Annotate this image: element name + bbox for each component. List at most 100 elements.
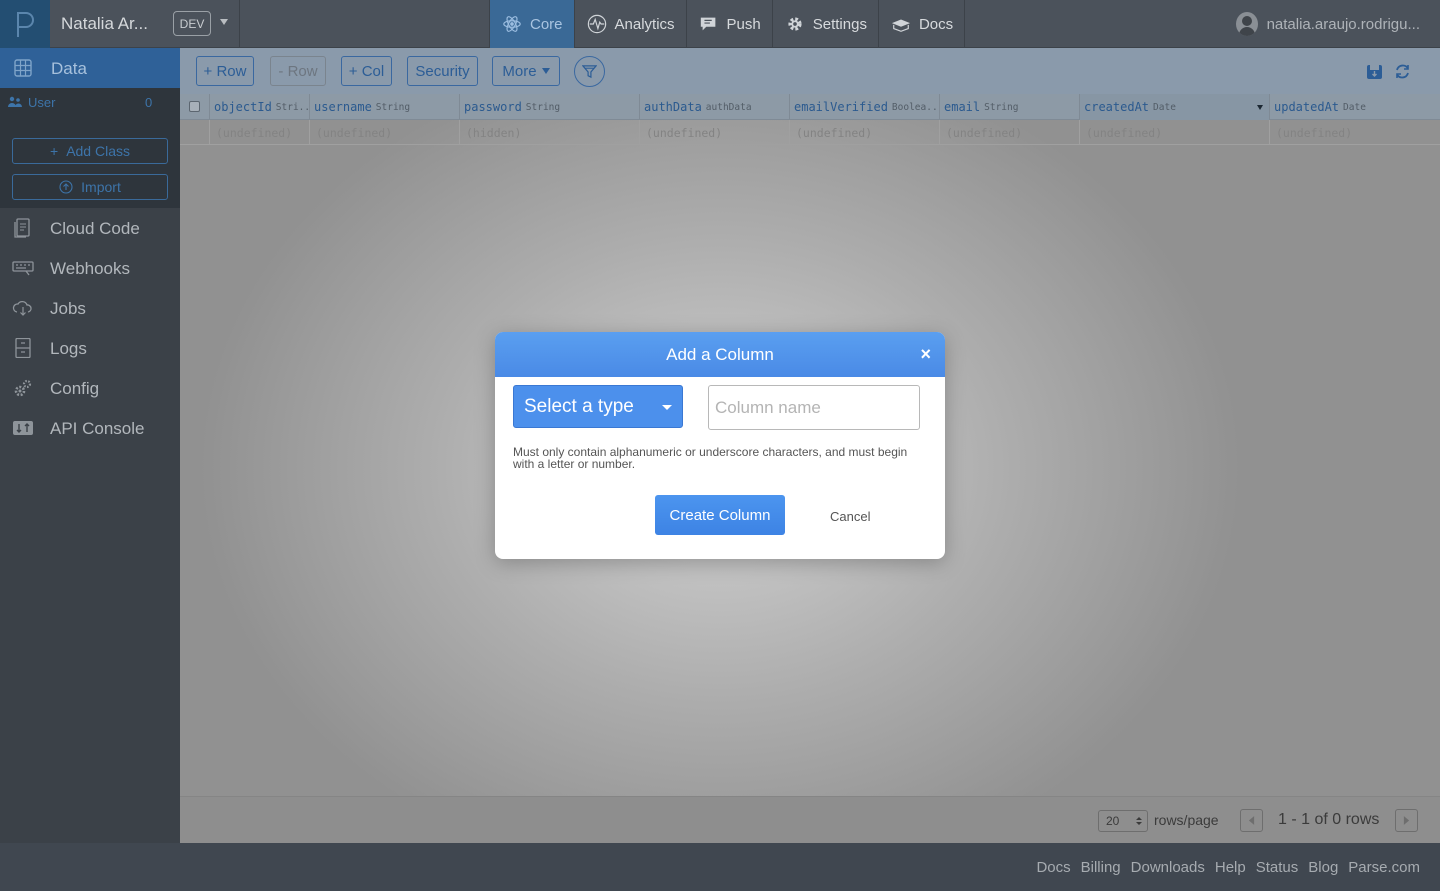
cancel-button[interactable]: Cancel bbox=[830, 509, 870, 524]
footer-link-billing[interactable]: Billing bbox=[1081, 859, 1121, 876]
footer-link-downloads[interactable]: Downloads bbox=[1131, 859, 1205, 876]
nav-tab-push[interactable]: Push bbox=[687, 0, 773, 48]
rows-per-page-select[interactable]: 20 bbox=[1098, 810, 1148, 832]
sidebar-item-cloud-code[interactable]: Cloud Code bbox=[0, 208, 180, 248]
nav-tab-core[interactable]: Core bbox=[489, 0, 575, 48]
table-cell[interactable]: (undefined) bbox=[310, 120, 460, 145]
sidebar: Data User 0 + Add Class Import Cloud Cod… bbox=[0, 48, 180, 843]
column-header[interactable]: createdAt Date bbox=[1080, 94, 1270, 120]
footer-link-blog[interactable]: Blog bbox=[1308, 859, 1338, 876]
nav-tab-analytics[interactable]: Analytics bbox=[575, 0, 687, 48]
updown-arrows-icon bbox=[1136, 817, 1142, 825]
column-header[interactable]: username String bbox=[310, 94, 460, 120]
sidebar-item-jobs[interactable]: Jobs bbox=[0, 288, 180, 328]
add-column-button[interactable]: + Col bbox=[341, 56, 392, 86]
dialog-header: Add a Column × bbox=[495, 332, 945, 377]
class-count: 0 bbox=[145, 95, 153, 110]
footer-link-parse[interactable]: Parse.com bbox=[1348, 859, 1420, 876]
plus-icon: + bbox=[50, 143, 59, 159]
more-button[interactable]: More bbox=[492, 56, 560, 86]
column-type: String bbox=[375, 101, 411, 113]
sidebar-item-webhooks[interactable]: Webhooks bbox=[0, 248, 180, 288]
security-button[interactable]: Security bbox=[407, 56, 478, 86]
column-type: Stri... bbox=[275, 101, 310, 113]
nav-tab-docs[interactable]: Docs bbox=[879, 0, 966, 48]
file-code-icon bbox=[14, 218, 30, 238]
filter-button[interactable] bbox=[574, 56, 605, 87]
nav-tab-core-label: Core bbox=[530, 15, 563, 33]
nav-tab-docs-label: Docs bbox=[918, 15, 954, 33]
gear-icon bbox=[788, 17, 802, 31]
table-cell[interactable]: (undefined) bbox=[1270, 120, 1440, 145]
parse-logo[interactable] bbox=[0, 0, 50, 48]
create-column-button[interactable]: Create Column bbox=[655, 495, 785, 535]
chat-bubble-icon bbox=[700, 17, 715, 31]
column-header[interactable]: objectId Stri... bbox=[210, 94, 310, 120]
sidebar-item-logs[interactable]: Logs bbox=[0, 328, 180, 368]
sidebar-item-label: Webhooks bbox=[50, 259, 131, 278]
app-name[interactable]: Natalia Ar... bbox=[61, 14, 148, 34]
upload-circle-icon bbox=[59, 180, 73, 194]
column-header[interactable]: email String bbox=[940, 94, 1080, 120]
console-icon bbox=[13, 421, 33, 435]
next-page-button[interactable] bbox=[1395, 809, 1418, 832]
column-header[interactable]: emailVerified Boolea... bbox=[790, 94, 940, 120]
env-badge[interactable]: DEV bbox=[173, 11, 211, 36]
table-cell[interactable]: (undefined) bbox=[210, 120, 310, 145]
sidebar-item-label: API Console bbox=[50, 419, 145, 438]
dialog-title: Add a Column bbox=[666, 344, 774, 364]
add-class-button[interactable]: + Add Class bbox=[12, 138, 168, 164]
column-name: objectId bbox=[214, 100, 272, 114]
column-type: Date bbox=[1343, 101, 1366, 113]
column-type: String bbox=[525, 101, 561, 113]
table-cell[interactable]: (undefined) bbox=[940, 120, 1080, 145]
user-menu[interactable]: natalia.araujo.rodrigu... bbox=[1235, 12, 1420, 36]
close-icon[interactable]: × bbox=[920, 344, 931, 364]
column-name: email bbox=[944, 100, 981, 114]
page-range: 1 - 1 of 0 rows bbox=[1278, 811, 1380, 828]
column-type-select-label: Select a type bbox=[524, 395, 634, 417]
class-item-user[interactable]: User 0 bbox=[0, 93, 180, 113]
remove-row-button[interactable]: - Row bbox=[270, 56, 326, 86]
footer-link-status[interactable]: Status bbox=[1256, 859, 1299, 876]
rows-per-page-value: 20 bbox=[1106, 814, 1120, 828]
app-switcher-caret-icon[interactable] bbox=[220, 19, 228, 25]
table-cell[interactable]: (undefined) bbox=[1080, 120, 1270, 145]
grid-icon bbox=[14, 59, 32, 77]
column-name-input[interactable] bbox=[708, 385, 920, 430]
export-icon[interactable] bbox=[1366, 63, 1383, 80]
column-type: Date bbox=[1153, 101, 1176, 113]
chevron-down-icon bbox=[662, 405, 672, 410]
row-select-cell[interactable] bbox=[180, 120, 210, 145]
refresh-icon[interactable] bbox=[1394, 63, 1411, 80]
footer-link-help[interactable]: Help bbox=[1215, 859, 1246, 876]
filter-icon bbox=[582, 65, 597, 79]
footer-link-docs[interactable]: Docs bbox=[1036, 859, 1070, 876]
add-row-button[interactable]: + Row bbox=[196, 56, 254, 86]
table-cell[interactable]: (undefined) bbox=[640, 120, 790, 145]
top-navbar: Natalia Ar... DEV Core Analytics Push Se… bbox=[0, 0, 1440, 48]
column-type-select[interactable]: Select a type bbox=[513, 385, 683, 428]
prev-page-button[interactable] bbox=[1240, 809, 1263, 832]
table-cell[interactable]: (hidden) bbox=[460, 120, 640, 145]
sidebar-item-api-console[interactable]: API Console bbox=[0, 408, 180, 448]
column-name: createdAt bbox=[1084, 100, 1150, 114]
cabinet-icon bbox=[15, 338, 31, 358]
pagination-bar: 20 rows/page 1 - 1 of 0 rows bbox=[180, 796, 1440, 843]
column-header[interactable]: password String bbox=[460, 94, 640, 120]
sidebar-item-data[interactable]: Data bbox=[0, 48, 180, 88]
column-type: authData bbox=[705, 101, 752, 113]
import-button[interactable]: Import bbox=[12, 174, 168, 200]
rows-per-page-label: rows/page bbox=[1154, 812, 1219, 828]
avatar bbox=[1235, 12, 1258, 36]
select-all-checkbox[interactable] bbox=[189, 101, 200, 112]
column-name: authData bbox=[644, 100, 702, 114]
column-header[interactable]: updatedAt Date bbox=[1270, 94, 1440, 120]
column-name-hint: Must only contain alphanumeric or unders… bbox=[513, 445, 908, 471]
table-cell[interactable]: (undefined) bbox=[790, 120, 940, 145]
sidebar-item-label: Cloud Code bbox=[50, 219, 140, 238]
sidebar-item-label: Config bbox=[50, 379, 100, 398]
nav-tab-settings[interactable]: Settings bbox=[773, 0, 879, 48]
sidebar-item-config[interactable]: Config bbox=[0, 368, 180, 408]
column-header[interactable]: authData authData bbox=[640, 94, 790, 120]
